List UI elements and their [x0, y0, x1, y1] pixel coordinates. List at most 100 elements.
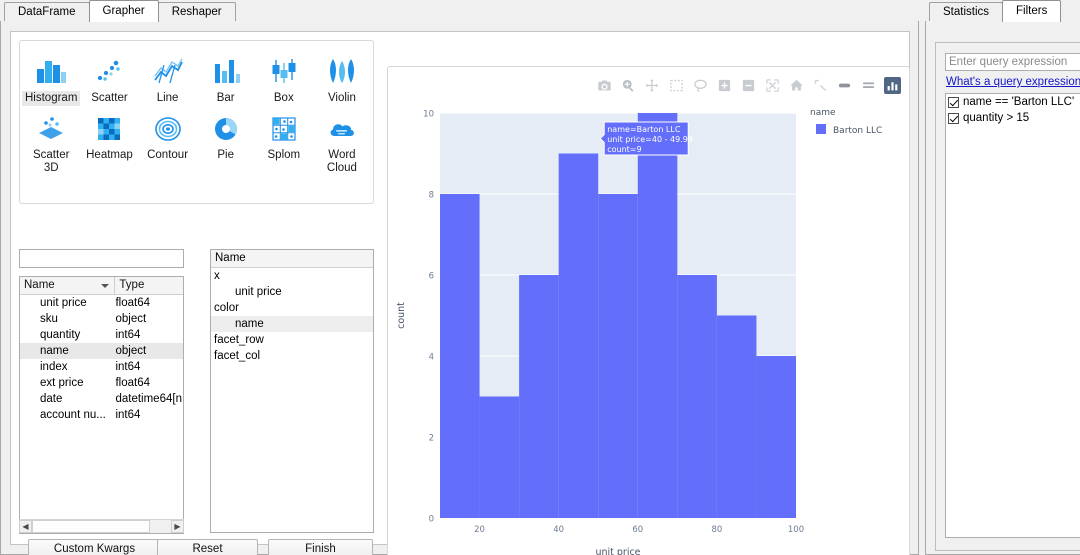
zoom-icon[interactable]	[620, 77, 637, 94]
zoom-out-icon[interactable]	[740, 77, 757, 94]
camera-icon[interactable]	[596, 77, 613, 94]
reset-axes-home-icon[interactable]	[788, 77, 805, 94]
columns-table-header: Name Type	[20, 277, 183, 295]
scroll-right-arrow-icon[interactable]: ▶	[171, 520, 184, 533]
column-header-type[interactable]: Type	[115, 277, 183, 294]
list-item[interactable]: unit price	[211, 284, 373, 300]
filters-content: Enter query expression What's a query ex…	[935, 42, 1080, 551]
chart-type-box[interactable]: Box	[255, 49, 313, 106]
violin-icon	[313, 51, 371, 91]
table-row[interactable]: sku object	[20, 311, 183, 327]
hover-tooltip: name=Barton LLCunit price=40 - 49.99coun…	[599, 121, 693, 156]
mapping-group-label[interactable]: facet_row	[211, 332, 373, 348]
active-filters-list[interactable]: name == 'Barton LLC' quantity > 15	[945, 93, 1080, 538]
column-filter-input[interactable]	[19, 249, 184, 268]
chart-type-label: Splom	[267, 149, 301, 161]
contour-icon	[139, 108, 197, 148]
chart-type-scatter-3d[interactable]: Scatter 3D	[22, 106, 80, 176]
heatmap-icon	[80, 108, 138, 148]
chart-type-label: Histogram	[22, 91, 81, 106]
reset-button[interactable]: Reset	[157, 539, 258, 555]
chart-type-label: Box	[273, 92, 294, 104]
table-row[interactable]: unit price float64	[20, 295, 183, 311]
histogram-bar[interactable]	[598, 194, 638, 518]
autoscale-icon[interactable]	[764, 77, 781, 94]
app-window: DataFrame Grapher Reshaper Histogram Sca…	[0, 0, 1080, 555]
list-item[interactable]: name == 'Barton LLC'	[946, 94, 1080, 110]
histogram-chart[interactable]: 0 2 4 6 8 10 20 40 60 80 100 unit price count name Bar…	[388, 93, 911, 555]
table-row[interactable]: quantity int64	[20, 327, 183, 343]
checkmark-icon[interactable]	[948, 96, 959, 108]
box-select-icon[interactable]	[668, 77, 685, 94]
chart-type-word-cloud[interactable]: Word Cloud	[313, 106, 371, 176]
chart-type-scatter[interactable]: Scatter	[80, 49, 138, 106]
query-expression-help-link[interactable]: What's a query expression?	[946, 76, 1080, 88]
tab-grapher[interactable]: Grapher	[88, 0, 159, 22]
x-axis-tick-label: 60	[632, 525, 643, 535]
tab-reshaper[interactable]: Reshaper	[157, 2, 236, 22]
histogram-bar[interactable]	[440, 194, 480, 518]
tab-filters[interactable]: Filters	[1002, 0, 1062, 22]
legend-entry-label[interactable]: Barton LLC	[833, 126, 882, 136]
chart-type-pie[interactable]: Pie	[197, 106, 255, 176]
plot-figure[interactable]: 0 2 4 6 8 10 20 40 60 80 100 unit price count name Bar…	[388, 93, 911, 555]
y-axis-tick-label: 4	[429, 353, 434, 363]
pie-icon	[197, 108, 255, 148]
axis-mapping-list[interactable]: Name x unit price color name facet_row facet_…	[210, 249, 374, 533]
column-header-name[interactable]: Name	[20, 277, 116, 294]
histogram-bar[interactable]	[519, 275, 559, 518]
chart-type-heatmap[interactable]: Heatmap	[80, 106, 138, 176]
chart-type-contour[interactable]: Contour	[139, 106, 197, 176]
list-item[interactable]: name	[211, 316, 373, 332]
tab-statistics[interactable]: Statistics	[929, 2, 1004, 22]
checkmark-icon[interactable]	[948, 112, 959, 124]
mapping-group-label[interactable]: x	[211, 268, 373, 284]
table-row[interactable]: index int64	[20, 359, 183, 375]
scrollbar-track[interactable]	[32, 520, 171, 533]
x-axis-tick-label: 40	[553, 525, 564, 535]
histogram-bar[interactable]	[716, 315, 757, 519]
legend-swatch[interactable]	[816, 124, 826, 134]
table-row[interactable]: account nu... int64	[20, 407, 183, 423]
chart-type-violin[interactable]: Violin	[313, 49, 371, 106]
query-expression-input[interactable]: Enter query expression	[945, 53, 1080, 71]
axis-mapping-header: Name	[211, 250, 373, 268]
bar-icon	[197, 51, 255, 91]
mapping-group-label[interactable]: facet_col	[211, 348, 373, 364]
toggle-spike-lines-icon[interactable]	[812, 77, 829, 94]
columns-table[interactable]: Name Type unit price float64 sku object quan…	[19, 276, 184, 534]
zoom-in-icon[interactable]	[716, 77, 733, 94]
column-name-cell: quantity	[40, 329, 81, 341]
scatter3d-icon	[22, 108, 80, 148]
histogram-bar[interactable]	[677, 275, 717, 518]
table-row[interactable]: name object	[20, 343, 183, 359]
tab-dataframe[interactable]: DataFrame	[4, 2, 90, 22]
mapping-group-label[interactable]: color	[211, 300, 373, 316]
chart-type-bar[interactable]: Bar	[197, 49, 255, 106]
histogram-bar[interactable]	[558, 153, 599, 519]
plotly-logo-icon[interactable]	[884, 77, 901, 94]
box-icon	[255, 51, 313, 91]
pan-icon[interactable]	[644, 77, 661, 94]
finish-button[interactable]: Finish	[268, 539, 373, 555]
hover-closest-icon[interactable]	[836, 77, 853, 94]
scrollbar-thumb[interactable]	[32, 520, 150, 533]
chart-type-line[interactable]: Line	[139, 49, 197, 106]
table-row[interactable]: ext price float64	[20, 375, 183, 391]
grapher-content: Histogram Scatter Line Bar Box Violin Sc…	[10, 31, 910, 555]
histogram-bar[interactable]	[637, 113, 678, 518]
histogram-bar[interactable]	[479, 396, 520, 519]
x-axis-tick-label: 100	[788, 525, 804, 535]
histogram-bar[interactable]	[756, 356, 796, 518]
chart-type-histogram[interactable]: Histogram	[22, 49, 81, 106]
scroll-left-arrow-icon[interactable]: ◀	[19, 520, 32, 533]
chart-type-splom[interactable]: Splom	[255, 106, 313, 176]
columns-horizontal-scrollbar[interactable]: ◀ ▶	[19, 519, 184, 533]
custom-kwargs-button[interactable]: Custom Kwargs	[28, 539, 161, 555]
column-type-cell: datetime64[n	[115, 393, 182, 405]
column-name-cell: sku	[40, 313, 58, 325]
list-item[interactable]: quantity > 15	[946, 110, 1080, 126]
lasso-select-icon[interactable]	[692, 77, 709, 94]
hover-compare-icon[interactable]	[860, 77, 877, 94]
table-row[interactable]: date datetime64[n	[20, 391, 183, 407]
